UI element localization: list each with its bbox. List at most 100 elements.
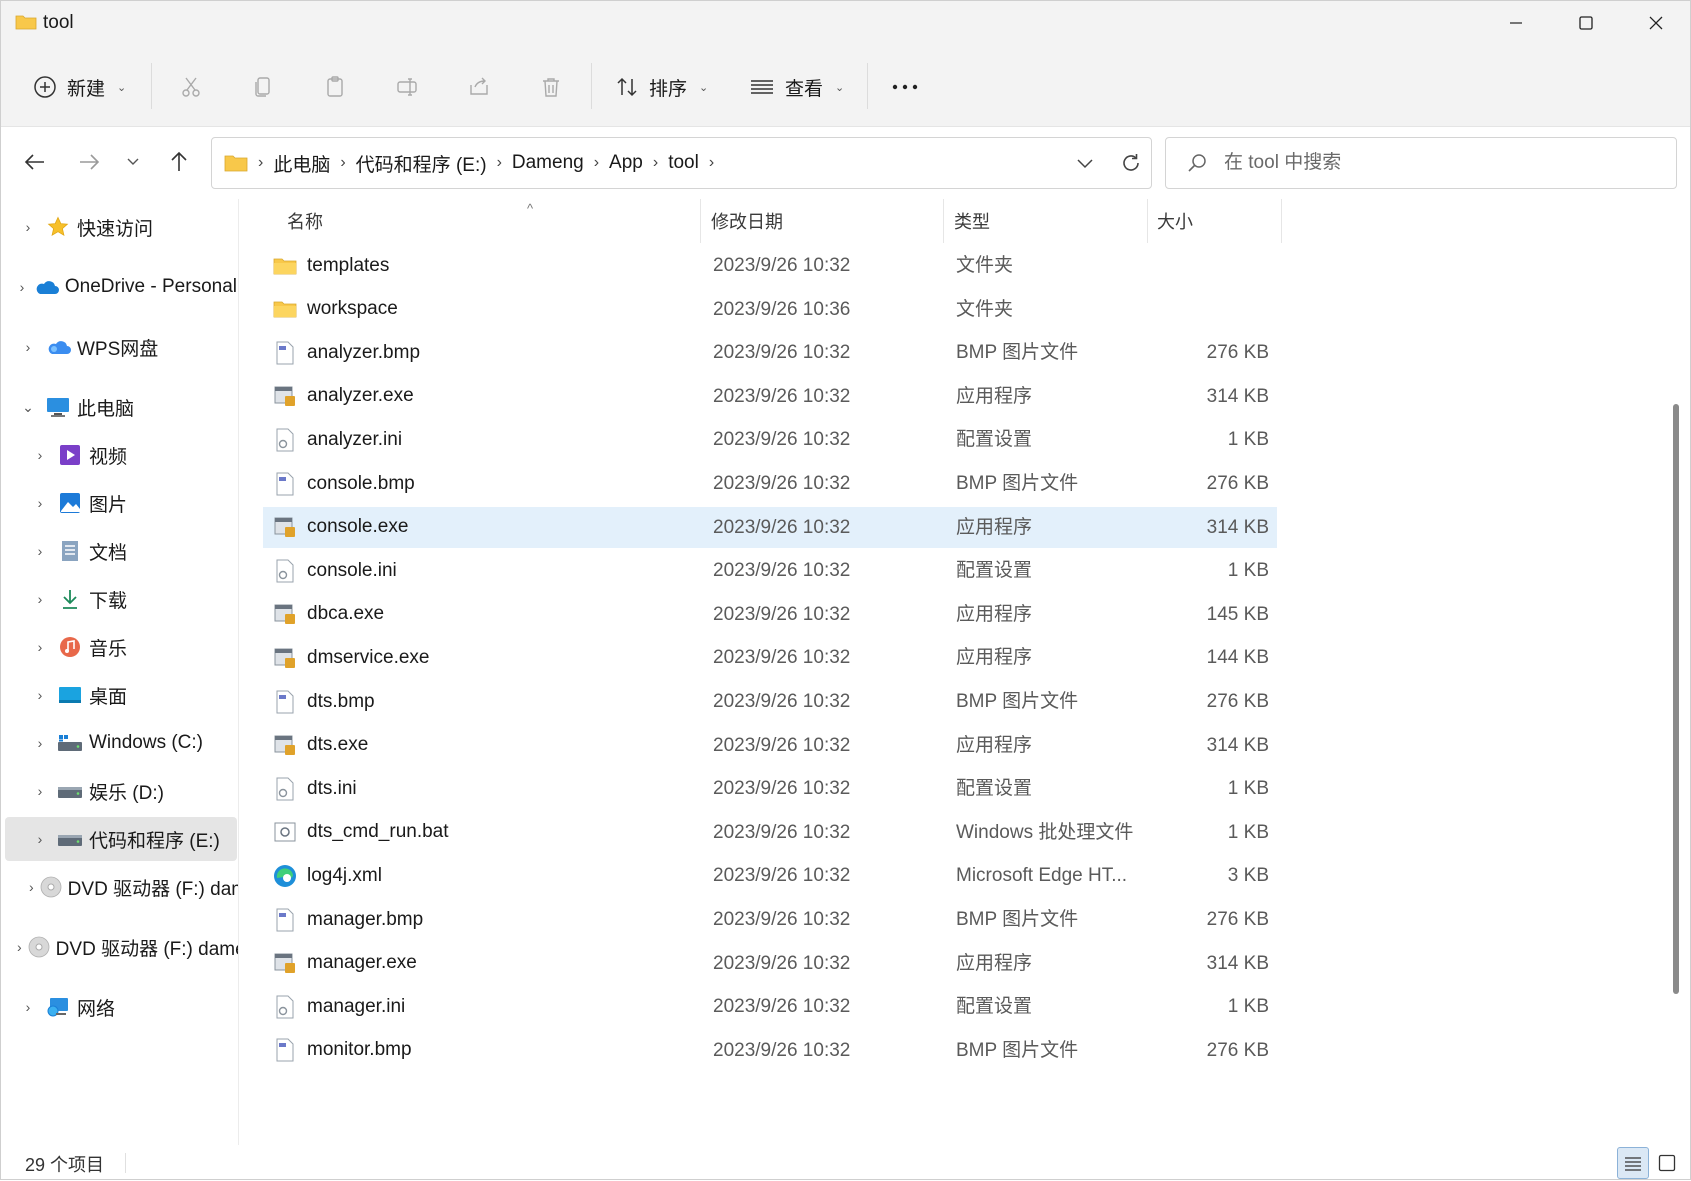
file-date: 2023/9/26 10:32	[713, 385, 851, 407]
search-input[interactable]	[1224, 148, 1654, 178]
column-divider[interactable]	[1281, 199, 1282, 243]
sidebar-item-documents[interactable]: › 文档	[5, 529, 237, 573]
tiles-view-icon	[1658, 1154, 1676, 1172]
address-bar[interactable]: › 此电脑 › 代码和程序 (E:) › Dameng › App › tool…	[211, 137, 1152, 189]
file-row[interactable]: manager.bmp 2023/9/26 10:32 BMP 图片文件 276 KB	[263, 899, 1277, 940]
chevron-right-icon[interactable]: ›	[17, 219, 39, 235]
file-row[interactable]: console.ini 2023/9/26 10:32 配置设置 1 KB	[263, 550, 1277, 591]
sidebar-item-label: 代码和程序 (E:)	[89, 830, 220, 852]
sidebar-item-this-pc[interactable]: ⌄ 此电脑	[5, 385, 237, 429]
chevron-right-icon[interactable]: ›	[17, 279, 27, 295]
breadcrumb-item[interactable]: tool	[668, 152, 699, 174]
sidebar-item-pictures[interactable]: › 图片	[5, 481, 237, 525]
sidebar-item-desktop[interactable]: › 桌面	[5, 673, 237, 717]
chevron-right-icon[interactable]: ›	[29, 735, 51, 751]
chevron-right-icon[interactable]: ›	[29, 783, 51, 799]
file-row[interactable]: dts_cmd_run.bat 2023/9/26 10:32 Windows 批处…	[263, 812, 1277, 853]
new-button[interactable]: 新建 ⌄	[33, 65, 126, 109]
chevron-right-icon[interactable]: ›	[29, 543, 51, 559]
column-header-size[interactable]: 大小	[1157, 199, 1277, 243]
column-divider[interactable]	[1147, 199, 1148, 243]
exe-file-icon	[273, 733, 297, 757]
sort-button[interactable]: 排序 ⌄	[615, 65, 708, 109]
more-options-button[interactable]	[883, 65, 927, 109]
breadcrumb-item[interactable]: Dameng	[512, 152, 584, 174]
column-name-label: 名称	[287, 212, 323, 232]
breadcrumb-item[interactable]: 此电脑	[273, 150, 330, 177]
file-row[interactable]: analyzer.ini 2023/9/26 10:32 配置设置 1 KB	[263, 419, 1277, 460]
file-row[interactable]: analyzer.bmp 2023/9/26 10:32 BMP 图片文件 276 K…	[263, 332, 1277, 373]
sidebar-item-wps[interactable]: › WPS网盘	[5, 325, 237, 369]
search-box[interactable]	[1165, 137, 1677, 189]
file-row[interactable]: console.bmp 2023/9/26 10:32 BMP 图片文件 276 KB	[263, 463, 1277, 504]
sidebar-item-drive-c[interactable]: › Windows (C:)	[5, 721, 237, 765]
paste-button[interactable]	[313, 65, 357, 109]
recent-locations-button[interactable]	[113, 139, 153, 185]
chevron-right-icon[interactable]: ›	[29, 447, 51, 463]
refresh-button[interactable]	[1108, 138, 1154, 188]
forward-button[interactable]	[69, 139, 109, 185]
file-row[interactable]: dmservice.exe 2023/9/26 10:32 应用程序 144 KB	[263, 637, 1277, 678]
chevron-right-icon[interactable]: ›	[17, 939, 22, 955]
chevron-down-icon[interactable]: ⌄	[17, 399, 39, 416]
copy-button[interactable]	[241, 65, 285, 109]
file-row[interactable]: console.exe 2023/9/26 10:32 应用程序 314 KB	[263, 506, 1277, 548]
sidebar-item-videos[interactable]: › 视频	[5, 433, 237, 477]
sidebar-item-network[interactable]: › 网络	[5, 985, 237, 1029]
sidebar-item-drive-e[interactable]: › 代码和程序 (E:)	[5, 817, 237, 861]
cut-button[interactable]	[169, 65, 213, 109]
chevron-right-icon[interactable]: ›	[29, 639, 51, 655]
file-row[interactable]: monitor.bmp 2023/9/26 10:32 BMP 图片文件 276 KB	[263, 1030, 1277, 1071]
share-button[interactable]	[457, 65, 501, 109]
sidebar-item-drive-d[interactable]: › 娱乐 (D:)	[5, 769, 237, 813]
view-button[interactable]: 查看 ⌄	[749, 65, 844, 109]
file-row[interactable]: dbca.exe 2023/9/26 10:32 应用程序 145 KB	[263, 594, 1277, 635]
chevron-right-icon[interactable]: ›	[29, 687, 51, 703]
details-view-button[interactable]	[1617, 1147, 1649, 1179]
file-row[interactable]: templates 2023/9/26 10:32 文件夹	[263, 245, 1277, 286]
file-row[interactable]: dts.bmp 2023/9/26 10:32 BMP 图片文件 276 KB	[263, 681, 1277, 722]
chevron-right-icon[interactable]: ›	[29, 591, 51, 607]
bmp-file-icon	[273, 341, 297, 365]
column-header-name[interactable]: 名称 ^	[287, 199, 697, 243]
chevron-right-icon[interactable]: ›	[17, 999, 39, 1015]
file-row[interactable]: workspace 2023/9/26 10:36 文件夹	[263, 289, 1277, 330]
back-button[interactable]	[15, 139, 55, 185]
sidebar-item-quick-access[interactable]: › 快速访问	[5, 205, 237, 249]
sidebar-item-dvd-f-root[interactable]: › DVD 驱动器 (F:) dameng	[5, 925, 238, 969]
up-button[interactable]	[159, 139, 199, 185]
chevron-right-icon[interactable]: ›	[29, 495, 51, 511]
file-row[interactable]: log4j.xml 2023/9/26 10:32 Microsoft Edge H…	[263, 855, 1277, 896]
vertical-scrollbar[interactable]	[1669, 199, 1683, 1145]
column-header-type[interactable]: 类型	[954, 199, 1144, 243]
close-button[interactable]	[1621, 1, 1691, 45]
file-row[interactable]: manager.exe 2023/9/26 10:32 应用程序 314 KB	[263, 943, 1277, 984]
column-divider[interactable]	[943, 199, 944, 243]
maximize-button[interactable]	[1551, 1, 1621, 45]
sidebar-item-music[interactable]: › 音乐	[5, 625, 237, 669]
breadcrumb-item[interactable]: 代码和程序 (E:)	[356, 150, 487, 177]
column-divider[interactable]	[700, 199, 701, 243]
chevron-right-icon[interactable]: ›	[29, 831, 51, 847]
file-name: dts.bmp	[307, 690, 375, 712]
dvd-icon	[28, 935, 50, 959]
delete-button[interactable]	[529, 65, 573, 109]
chevron-right-icon[interactable]: ›	[17, 339, 39, 355]
file-row[interactable]: manager.ini 2023/9/26 10:32 配置设置 1 KB	[263, 986, 1277, 1027]
rename-button[interactable]	[385, 65, 429, 109]
address-history-button[interactable]	[1062, 138, 1108, 188]
minimize-button[interactable]	[1481, 1, 1551, 45]
file-row[interactable]: analyzer.exe 2023/9/26 10:32 应用程序 314 KB	[263, 376, 1277, 417]
chevron-right-icon[interactable]: ›	[709, 154, 714, 172]
file-row[interactable]: dts.ini 2023/9/26 10:32 配置设置 1 KB	[263, 768, 1277, 809]
file-row[interactable]: dts.exe 2023/9/26 10:32 应用程序 314 KB	[263, 725, 1277, 766]
sidebar-item-dvd-f[interactable]: › DVD 驱动器 (F:) dameng	[5, 865, 238, 909]
sidebar-item-downloads[interactable]: › 下载	[5, 577, 237, 621]
scrollbar-thumb[interactable]	[1673, 404, 1679, 994]
breadcrumb-item[interactable]: App	[609, 152, 643, 174]
large-icons-view-button[interactable]	[1651, 1147, 1683, 1179]
column-header-date[interactable]: 修改日期	[711, 199, 941, 243]
chevron-right-icon[interactable]: ›	[29, 879, 34, 895]
sidebar-item-onedrive[interactable]: › OneDrive - Personal	[5, 265, 237, 309]
window-title: tool	[43, 12, 74, 33]
